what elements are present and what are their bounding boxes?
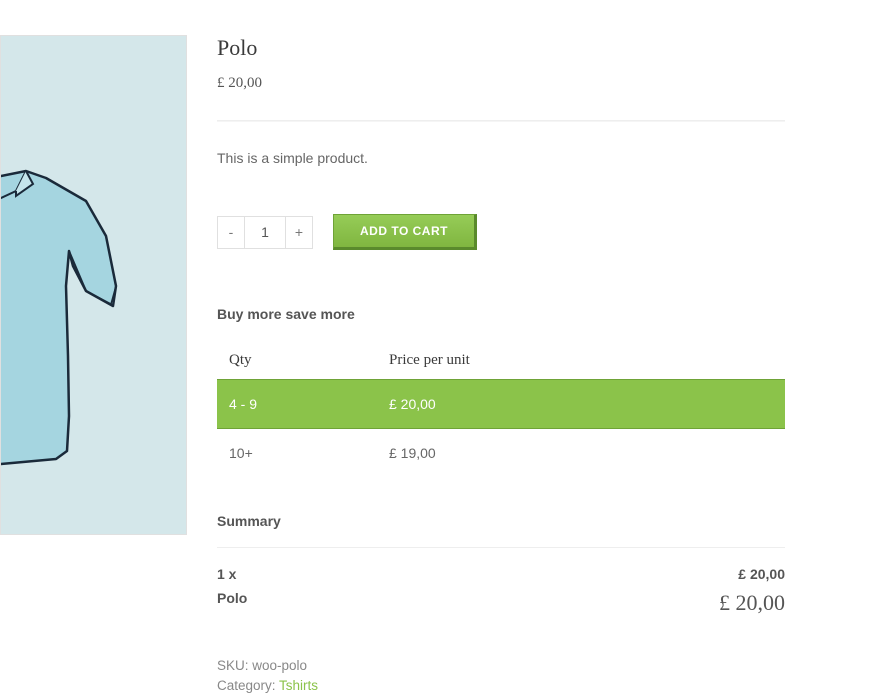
table-header-qty: Qty <box>217 342 377 380</box>
tier-price: £ 19,00 <box>377 429 785 478</box>
summary-heading: Summary <box>217 513 785 529</box>
summary-product-name: Polo <box>217 590 247 616</box>
product-title: Polo <box>217 35 785 61</box>
summary-qty-label: 1 x <box>217 566 236 582</box>
table-row[interactable]: 10+ £ 19,00 <box>217 429 785 478</box>
summary-subtotal: £ 20,00 <box>738 566 785 582</box>
category-label: Category: <box>217 678 279 693</box>
sku-label: SKU: <box>217 658 252 673</box>
product-price: £ 20,00 <box>217 75 785 92</box>
product-meta: SKU: woo-polo Category: Tshirts <box>217 656 785 697</box>
tier-qty: 10+ <box>217 429 377 478</box>
table-row[interactable]: 4 - 9 £ 20,00 <box>217 380 785 429</box>
quantity-decrease-button[interactable]: - <box>217 216 245 249</box>
quantity-input[interactable] <box>245 216 285 249</box>
quantity-stepper[interactable]: - + <box>217 216 313 249</box>
quantity-increase-button[interactable]: + <box>285 216 313 249</box>
polo-shirt-illustration <box>0 156 141 466</box>
tier-qty: 4 - 9 <box>217 380 377 429</box>
table-header-price: Price per unit <box>377 342 785 380</box>
add-to-cart-button[interactable]: ADD TO CART <box>333 214 477 250</box>
tier-price: £ 20,00 <box>377 380 785 429</box>
category-link[interactable]: Tshirts <box>279 678 318 693</box>
product-description: This is a simple product. <box>217 150 785 166</box>
divider <box>217 120 785 122</box>
tier-pricing-heading: Buy more save more <box>217 306 785 322</box>
tier-pricing-table: Qty Price per unit 4 - 9 £ 20,00 10+ £ 1… <box>217 342 785 477</box>
sku-value: woo-polo <box>252 658 307 673</box>
product-image[interactable] <box>0 35 187 535</box>
summary-total: £ 20,00 <box>719 590 785 616</box>
